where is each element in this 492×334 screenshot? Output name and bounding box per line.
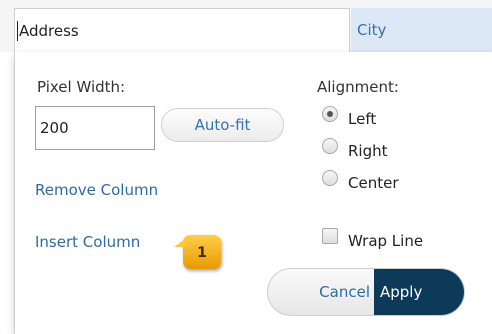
- text-caret: [17, 21, 18, 41]
- radio-left-label: Left: [348, 110, 377, 128]
- alignment-label: Alignment:: [317, 78, 399, 96]
- city-column-title[interactable]: City: [357, 21, 386, 39]
- radio-right-label: Right: [348, 142, 388, 160]
- radio-center[interactable]: [322, 170, 338, 186]
- remove-column-link[interactable]: Remove Column: [35, 181, 158, 199]
- pixel-width-label: Pixel Width:: [37, 78, 126, 96]
- pixel-width-input[interactable]: [35, 106, 155, 150]
- cancel-button[interactable]: Cancel: [268, 269, 372, 315]
- insert-column-link[interactable]: Insert Column: [35, 233, 140, 251]
- apply-button[interactable]: Apply: [374, 269, 464, 315]
- wrap-line-label: Wrap Line: [348, 232, 424, 250]
- column-settings-panel: Pixel Width: Auto-fit Remove Column Inse…: [14, 52, 492, 334]
- city-column-header[interactable]: City: [351, 8, 492, 52]
- radio-left[interactable]: [322, 106, 338, 122]
- auto-fit-button[interactable]: Auto-fit: [161, 108, 284, 142]
- radio-center-label: Center: [348, 174, 399, 192]
- address-column-title[interactable]: Address: [19, 22, 79, 40]
- callout-badge: 1: [174, 235, 221, 269]
- wrap-line-checkbox[interactable]: [322, 228, 338, 244]
- radio-right[interactable]: [322, 138, 338, 154]
- address-column-header[interactable]: Address: [14, 8, 350, 52]
- column-header-row: Address City: [0, 0, 492, 52]
- action-button-group: Cancel Apply: [267, 268, 465, 316]
